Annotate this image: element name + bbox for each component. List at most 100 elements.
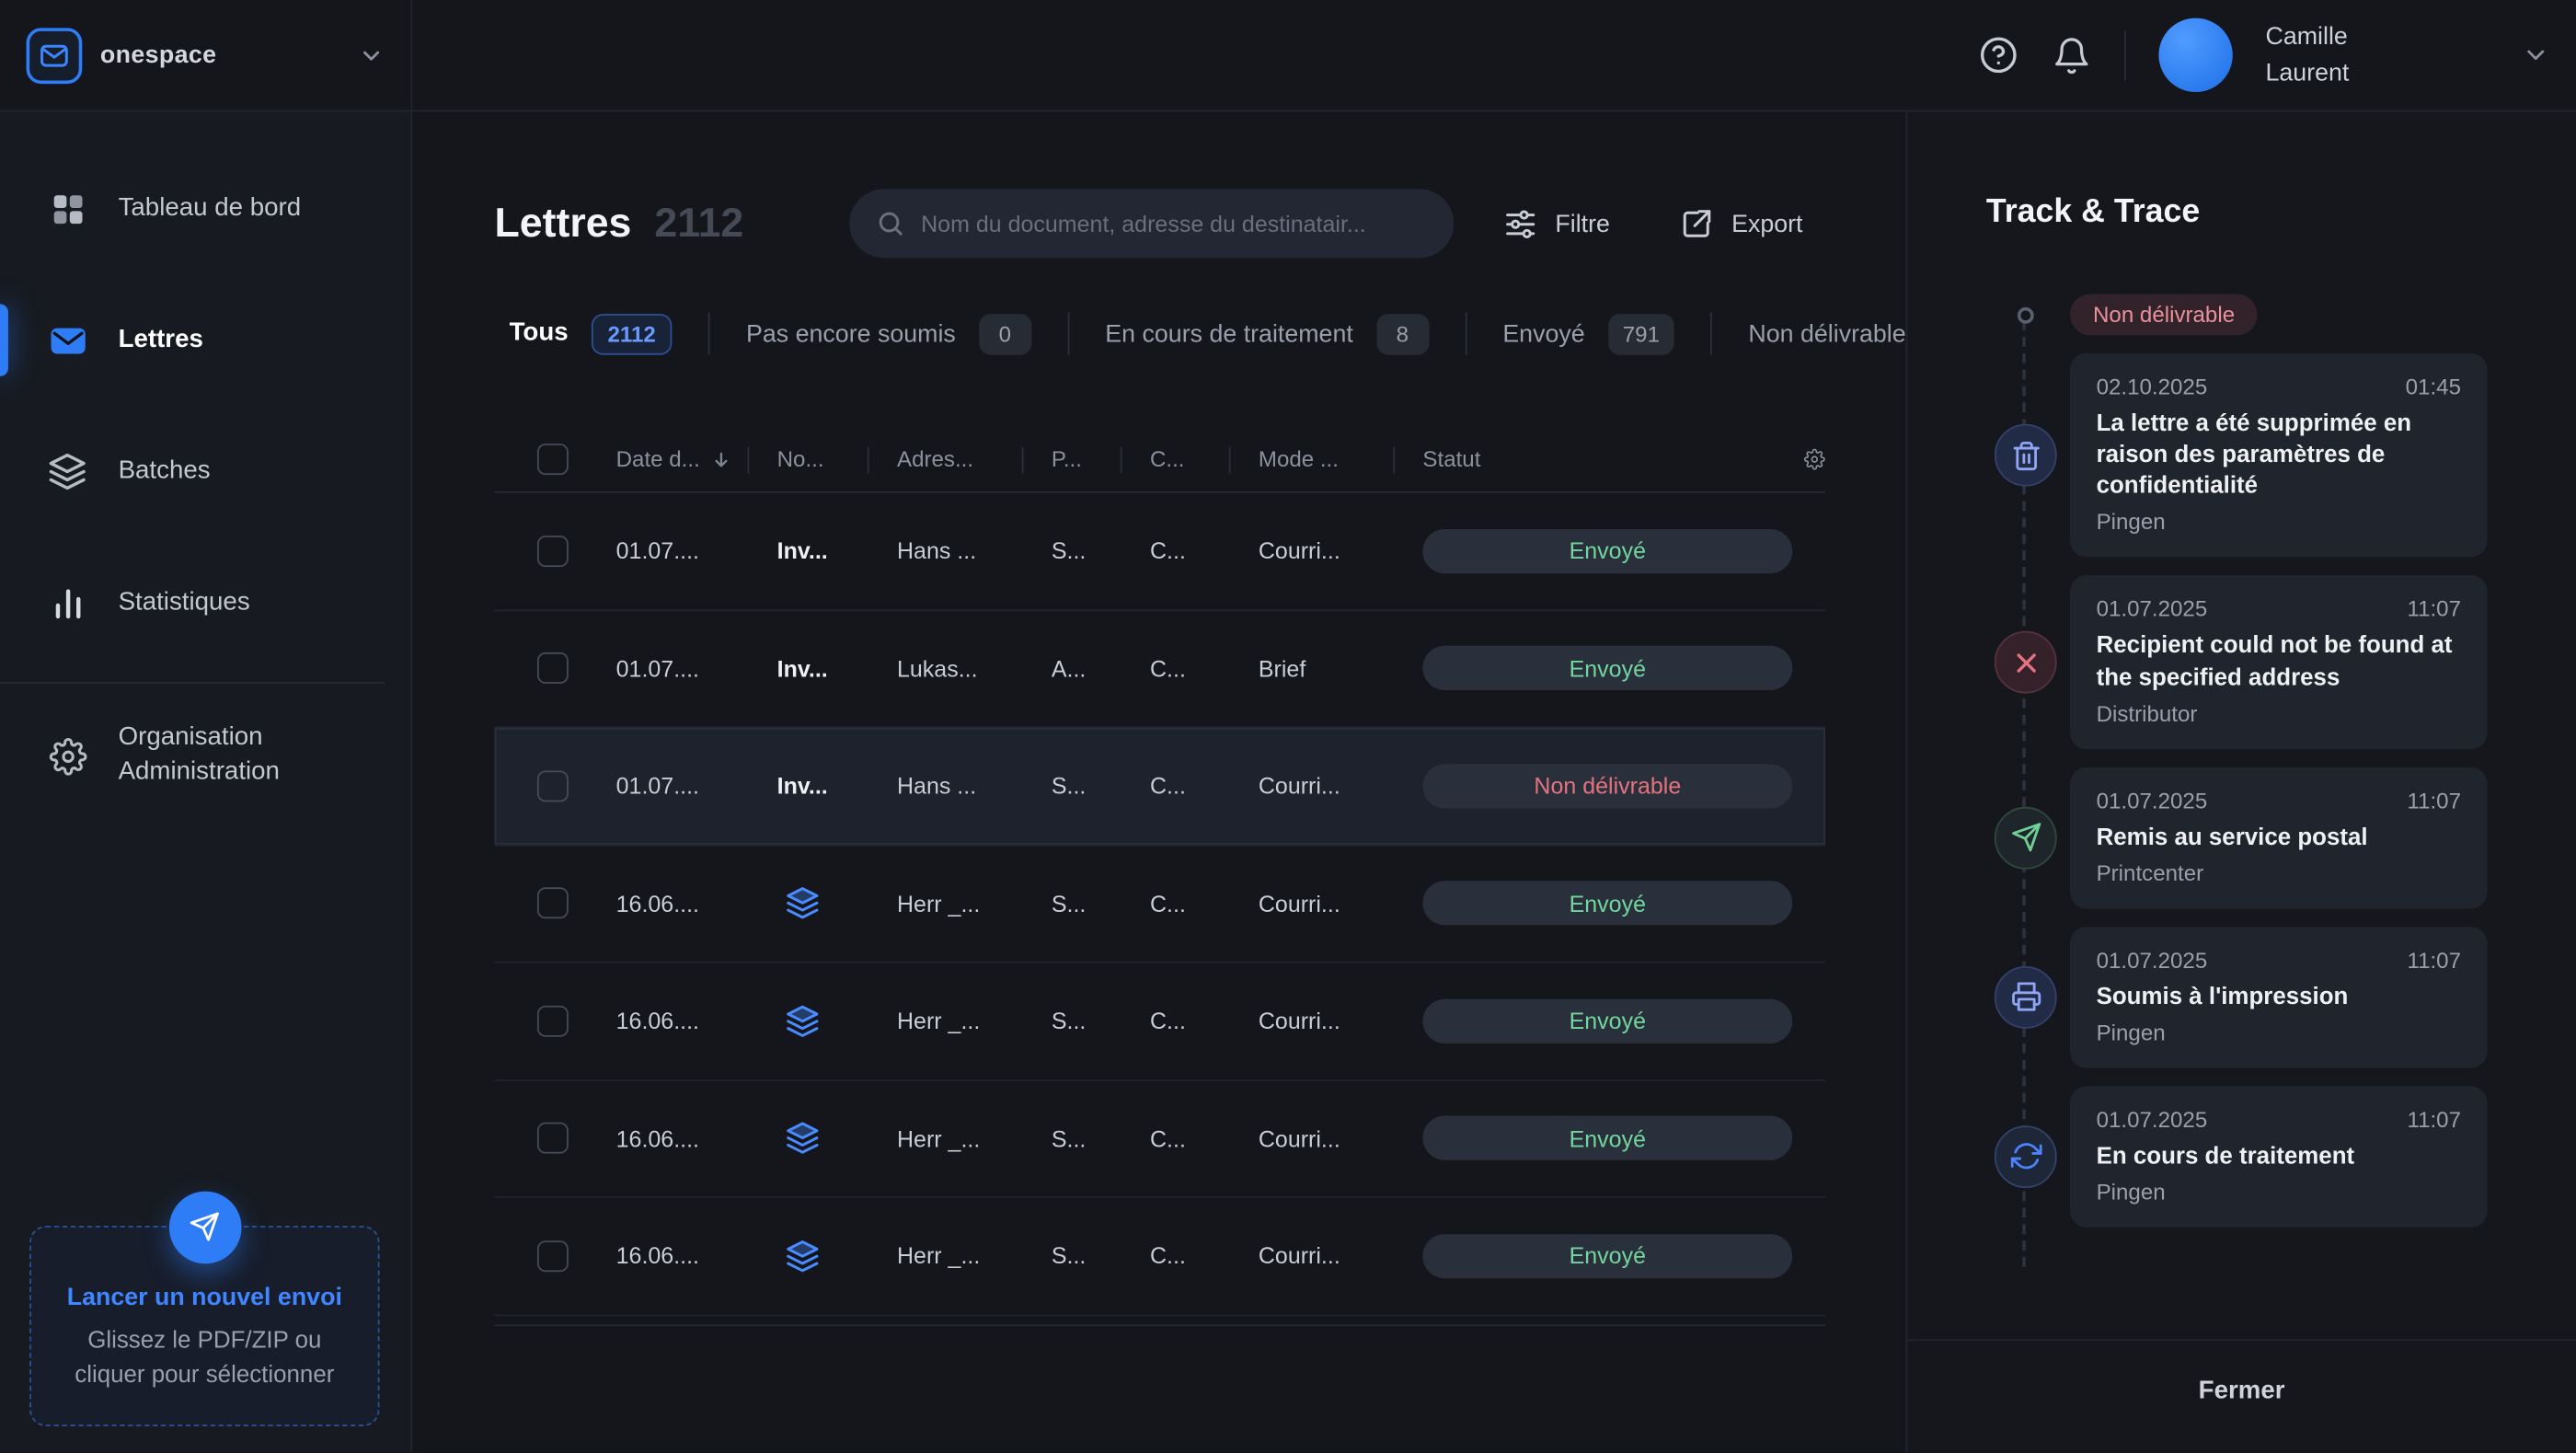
event-icon (1995, 631, 2057, 694)
event-date: 01.07.2025 (2097, 948, 2208, 973)
column-header-p[interactable]: P... (1040, 447, 1138, 472)
status-tab[interactable]: Pas encore soumis 0 (708, 312, 1067, 354)
row-checkbox[interactable] (537, 888, 569, 919)
cell-address: Hans ... (885, 773, 1040, 800)
letter-row[interactable]: 01.07.... Inv... Hans ... S... C... Cour… (494, 728, 1824, 846)
sidebar-item-letters[interactable]: Lettres (0, 293, 410, 388)
row-checkbox[interactable] (537, 1005, 569, 1036)
status-badge: Envoyé (1422, 1234, 1792, 1278)
letters-page: Lettres 2112 Filtre Export (412, 111, 1905, 1452)
event-date: 01.07.2025 (2097, 1107, 2208, 1132)
status-tab-label: Non délivrable (1748, 319, 1905, 347)
status-tabs: Tous 2112 Pas encore soumis 0 En cours d… (494, 303, 1905, 365)
cell-document: Inv... (765, 537, 885, 564)
letter-row[interactable]: 01.07.... Inv... Hans ... S... C... Cour… (494, 493, 1824, 611)
event-source: Distributor (2097, 701, 2461, 726)
status-badge: Envoyé (1422, 646, 1792, 690)
table-body: 01.07.... Inv... Hans ... S... C... Cour… (494, 493, 1824, 1316)
cell-status: Envoyé (1411, 646, 1792, 690)
cell-document (765, 1004, 885, 1039)
event-text: Remis au service postal (2097, 823, 2461, 854)
row-checkbox[interactable] (537, 770, 569, 801)
status-tab[interactable]: Tous 2112 (494, 312, 707, 354)
help-button[interactable] (1978, 34, 2019, 75)
cell-date: 01.07.... (593, 773, 766, 800)
row-checkbox[interactable] (537, 652, 569, 684)
letters-table: Date d... No... Adres... P... C... Mode … (494, 427, 1824, 1325)
event-text: Recipient could not be found at the spec… (2097, 631, 2461, 694)
cell-c: C... (1138, 1008, 1247, 1034)
status-tab[interactable]: Non délivrable (1710, 312, 1905, 354)
gear-icon (1804, 442, 1825, 476)
letter-row[interactable]: 16.06.... Herr _... S... C... Courri... (494, 963, 1824, 1080)
column-header-date[interactable]: Date d... (593, 447, 766, 472)
status-badge: Envoyé (1422, 998, 1792, 1043)
track-timeline: Non délivrable 02.10.2025 01:45 La lettr… (1907, 232, 2576, 1340)
event-card: 01.07.2025 11:07 Remis au service postal… (2070, 767, 2488, 908)
export-button[interactable]: Export (1679, 206, 1803, 241)
close-button[interactable]: Fermer (2199, 1377, 2285, 1406)
status-tab[interactable]: Envoyé 791 (1465, 312, 1710, 354)
workspace-chevron-down-icon[interactable] (358, 42, 385, 69)
search-input[interactable] (921, 211, 1427, 237)
sidebar-nav: Tableau de bord Lettres Batches (0, 111, 410, 803)
cell-date: 16.06.... (593, 1242, 766, 1269)
cell-date: 16.06.... (593, 1125, 766, 1152)
cell-document: Inv... (765, 655, 885, 682)
cell-address: Herr _... (885, 890, 1040, 917)
cell-document (765, 1239, 885, 1274)
notifications-button[interactable] (2052, 35, 2091, 75)
dashboard-grid-icon (46, 188, 88, 230)
export-icon (1679, 206, 1714, 241)
cell-date: 01.07.... (593, 655, 766, 682)
sidebar-item-label: Batches (119, 455, 211, 489)
sliders-icon (1502, 206, 1537, 241)
letter-row[interactable]: 16.06.... Herr _... S... C... Courri... (494, 1198, 1824, 1316)
event-date: 01.07.2025 (2097, 788, 2208, 813)
row-checkbox[interactable] (537, 536, 569, 567)
status-badge: Envoyé (1422, 529, 1792, 573)
cell-p: S... (1040, 773, 1138, 800)
row-checkbox[interactable] (537, 1240, 569, 1272)
filter-button[interactable]: Filtre (1502, 206, 1610, 241)
avatar[interactable] (2158, 18, 2232, 92)
cell-mode: Courri... (1247, 1008, 1411, 1034)
letter-row[interactable]: 01.07.... Inv... Lukas... A... C... Brie… (494, 610, 1824, 728)
upload-dropzone[interactable]: Lancer un nouvel envoi Glissez le PDF/ZI… (29, 1225, 379, 1426)
column-header-status[interactable]: Statut (1411, 447, 1792, 472)
column-header-c[interactable]: C... (1138, 447, 1247, 472)
column-header-mode[interactable]: Mode ... (1247, 447, 1411, 472)
cell-address: Herr _... (885, 1242, 1040, 1269)
cell-document (765, 1121, 885, 1156)
letter-row[interactable]: 16.06.... Herr _... S... C... Courri... (494, 1080, 1824, 1198)
sidebar-item-organisation-administration[interactable]: Organisation Administration (0, 709, 410, 804)
select-all-checkbox[interactable] (537, 444, 569, 475)
batch-layers-icon (786, 1004, 821, 1039)
user-menu-chevron-down-icon[interactable] (2522, 41, 2549, 69)
sidebar-item-statistics[interactable]: Statistiques (0, 556, 410, 652)
cell-mode: Courri... (1247, 1242, 1411, 1269)
brand[interactable]: onespace (0, 0, 412, 110)
letter-row[interactable]: 16.06.... Herr _... S... C... Courri... (494, 846, 1824, 963)
event-text: La lettre a été supprimée en raison des … (2097, 409, 2461, 503)
track-trace-title: Track & Trace (1986, 194, 2576, 232)
row-checkbox[interactable] (537, 1123, 569, 1154)
column-settings-button[interactable] (1792, 442, 1825, 476)
track-event: 01.07.2025 11:07 En cours de traitement … (1995, 1086, 2576, 1228)
sidebar-item-dashboard[interactable]: Tableau de bord (0, 161, 410, 257)
top-bar-actions: Camille Laurent (1978, 18, 2576, 92)
event-icon (1995, 1125, 2057, 1188)
status-badge: Envoyé (1422, 1116, 1792, 1160)
status-tab-count-badge: 2112 (592, 313, 673, 354)
column-header-address[interactable]: Adres... (885, 447, 1040, 472)
batch-layers-icon (786, 886, 821, 921)
status-tab-label: Pas encore soumis (746, 319, 956, 347)
event-time: 11:07 (2407, 788, 2461, 813)
event-time: 11:07 (2407, 948, 2461, 973)
sidebar: Tableau de bord Lettres Batches (0, 111, 412, 1452)
sidebar-item-batches[interactable]: Batches (0, 424, 410, 520)
event-card: 01.07.2025 11:07 Recipient could not be … (2070, 576, 2488, 749)
status-tab[interactable]: En cours de traitement 8 (1067, 312, 1465, 354)
cell-date: 16.06.... (593, 1008, 766, 1034)
sidebar-item-label: Tableau de bord (119, 191, 302, 225)
